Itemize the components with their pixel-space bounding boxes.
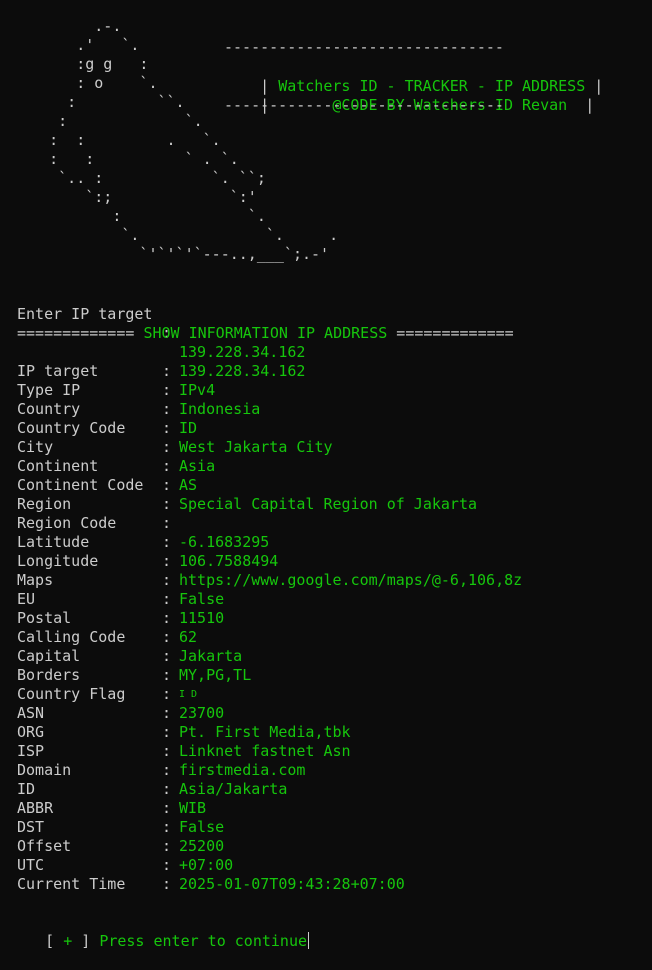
info-value: Pt. First Media,tbk: [179, 723, 351, 741]
info-label: Type IP: [17, 381, 81, 399]
info-label: IP target: [17, 362, 99, 380]
info-separator: :: [162, 723, 172, 741]
bracket-open: [: [45, 932, 55, 950]
info-separator: :: [162, 476, 172, 494]
info-separator: :: [162, 799, 172, 817]
info-label: Country Code: [17, 419, 126, 437]
banner-title-line: | Watchers ID - TRACKER - IP ADDRESS |: [224, 58, 603, 95]
info-value: 106.7588494: [179, 552, 279, 570]
terminal-window[interactable]: .-. .' `. :g g : : o `. : ``. : `. : : .…: [0, 0, 652, 952]
info-separator: :: [162, 362, 172, 380]
info-value: firstmedia.com: [179, 761, 306, 779]
banner-credit-line: | @CODE BY Watchers ID Revan |: [224, 77, 594, 114]
info-separator: :: [162, 704, 172, 722]
info-value: Special Capital Region of Jakarta: [179, 495, 478, 513]
info-label: Postal: [17, 609, 72, 627]
info-value: 139.228.34.162: [179, 362, 306, 380]
info-value: 62: [179, 628, 198, 646]
info-label: Latitude: [17, 533, 90, 551]
info-separator: :: [162, 818, 172, 836]
info-value: 2025-01-07T09:43:28+07:00: [179, 875, 405, 893]
info-separator: :: [162, 875, 172, 893]
info-value: MY,PG,TL: [179, 666, 252, 684]
info-separator: :: [162, 837, 172, 855]
info-value: 23700: [179, 704, 225, 722]
info-separator: :: [162, 666, 172, 684]
info-label: ASN: [17, 704, 45, 722]
info-label: Region: [17, 495, 72, 513]
info-label: UTC: [17, 856, 45, 874]
info-value: Asia/Jakarta: [179, 780, 288, 798]
info-label: Continent Code: [17, 476, 144, 494]
info-separator: :: [162, 571, 172, 589]
info-value: ID: [179, 419, 198, 437]
info-separator: :: [162, 628, 172, 646]
banner-border-right: |: [567, 96, 595, 114]
info-value: Asia: [179, 457, 216, 475]
continue-text: Press enter to continue: [99, 932, 308, 950]
info-label: EU: [17, 590, 36, 608]
info-label: Country Flag: [17, 685, 126, 703]
info-value: -6.1683295: [179, 533, 270, 551]
info-value: 25200: [179, 837, 225, 855]
section-header: ============= SHOW INFORMATION IP ADDRES…: [17, 324, 514, 342]
info-value: Linknet fastnet Asn: [179, 742, 351, 760]
info-value: IPv4: [179, 381, 216, 399]
plus-icon: +: [63, 932, 73, 950]
ip-prompt-line: Enter IP target : 139.228.34.162: [17, 286, 305, 361]
info-label: Borders: [17, 666, 81, 684]
info-separator: :: [162, 438, 172, 456]
info-separator: :: [162, 780, 172, 798]
ip-prompt-label: Enter IP target: [17, 305, 153, 323]
continue-prompt[interactable]: [ + ] Press enter to continue: [9, 913, 310, 950]
info-separator: :: [162, 590, 172, 608]
info-separator: :: [162, 533, 172, 551]
info-value: West Jakarta City: [179, 438, 333, 456]
info-label: Maps: [17, 571, 54, 589]
info-separator: :: [162, 400, 172, 418]
banner-bottom-rule: -------------------------------: [224, 96, 504, 114]
info-label: Country: [17, 400, 81, 418]
info-separator: :: [162, 552, 172, 570]
text-cursor: [308, 932, 310, 949]
info-label: Capital: [17, 647, 81, 665]
info-label: Continent: [17, 457, 99, 475]
banner-top-rule: -------------------------------: [224, 38, 504, 56]
info-label: Calling Code: [17, 628, 126, 646]
info-value: Indonesia: [179, 400, 261, 418]
info-value: I D: [179, 689, 198, 700]
info-value: +07:00: [179, 856, 234, 874]
info-label: Current Time: [17, 875, 126, 893]
info-value: AS: [179, 476, 198, 494]
info-separator: :: [162, 685, 172, 703]
info-separator: :: [162, 457, 172, 475]
info-label: Region Code: [17, 514, 117, 532]
info-separator: :: [162, 609, 172, 627]
info-label: Offset: [17, 837, 72, 855]
info-label: Longitude: [17, 552, 99, 570]
info-label: ORG: [17, 723, 45, 741]
info-label: ID: [17, 780, 36, 798]
info-label: ISP: [17, 742, 45, 760]
info-separator: :: [162, 742, 172, 760]
info-value: False: [179, 818, 225, 836]
bracket-close: ]: [81, 932, 91, 950]
info-separator: :: [162, 381, 172, 399]
info-separator: :: [162, 856, 172, 874]
info-separator: :: [162, 495, 172, 513]
info-separator: :: [162, 419, 172, 437]
info-label: ABBR: [17, 799, 54, 817]
info-value: https://www.google.com/maps/@-6,106,8z: [179, 571, 523, 589]
info-value: 11510: [179, 609, 225, 627]
ip-prompt-value: 139.228.34.162: [179, 343, 306, 361]
info-label: DST: [17, 818, 45, 836]
info-value: Jakarta: [179, 647, 243, 665]
info-separator: :: [162, 761, 172, 779]
info-separator: :: [162, 514, 172, 532]
info-value: False: [179, 590, 225, 608]
info-separator: :: [162, 647, 172, 665]
info-value: WIB: [179, 799, 207, 817]
info-label: City: [17, 438, 54, 456]
info-label: Domain: [17, 761, 72, 779]
